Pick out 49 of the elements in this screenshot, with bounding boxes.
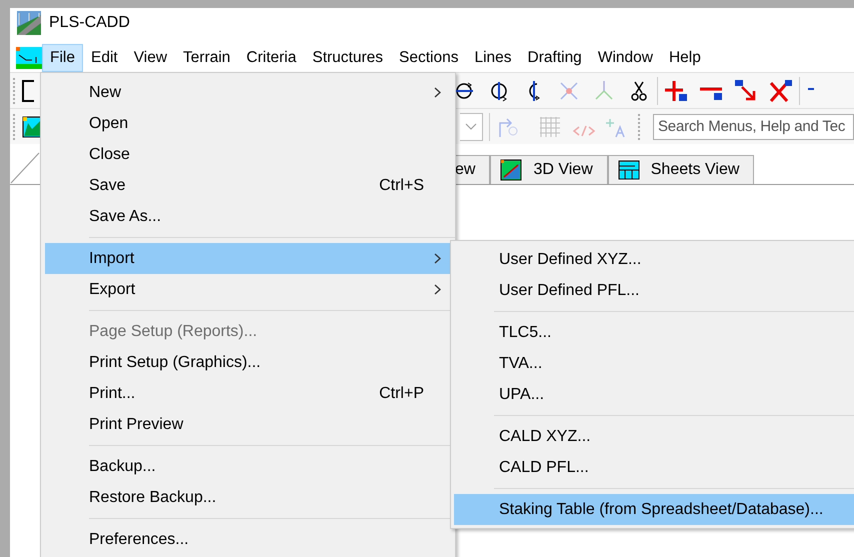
new-file-icon[interactable] [22,80,36,102]
menu-item[interactable]: Restore Backup... [45,482,451,513]
menu-item[interactable]: Sections [391,44,466,72]
window-title: PLS-CADD [49,14,130,32]
tab-label: Sheets View [650,161,740,179]
arrow-icon[interactable] [734,78,758,102]
menu-item[interactable]: Export [45,274,451,305]
tab-label: 3D View [533,161,593,179]
menu-item[interactable]: User Defined PFL... [454,275,854,306]
tab-label: ew [455,161,476,179]
menu-item[interactable]: Edit [82,44,126,72]
add-point-icon[interactable] [664,78,688,102]
menu-item[interactable]: File [42,44,83,72]
menu-item[interactable]: Print Preview [45,409,451,440]
model-view-icon [499,158,524,182]
menu-item[interactable]: Preferences... [45,524,451,555]
menu-item[interactable]: Print... Ctrl+P [45,378,451,409]
document-icon[interactable] [16,47,42,69]
menu-item[interactable]: TVA... [454,348,854,379]
menu-item[interactable]: UPA... [454,379,854,410]
menu-item[interactable]: Staking Table (from Spreadsheet/Database)... [454,494,854,525]
menu-item[interactable]: Print Setup (Graphics)... [45,347,451,378]
menu-item[interactable]: Open [45,108,451,139]
menu-item[interactable]: TLC5... [454,317,854,348]
sheets-view-icon [616,158,641,182]
menu-item[interactable]: Import [45,243,451,274]
menu-item[interactable]: Backup... [45,451,451,482]
search-field[interactable]: Search Menus, Help and Tec [653,114,854,140]
terrain-icon[interactable] [22,114,42,138]
app-logo-icon [17,11,41,35]
menu-item[interactable]: Window [590,44,661,72]
menu-item[interactable]: CALD PFL... [454,452,854,483]
menu-item[interactable]: Save As... [45,201,451,232]
delete-point-icon[interactable] [769,78,793,102]
shortcut-label: Ctrl+S [379,176,424,194]
menu-item[interactable]: Lines [466,44,520,72]
menu-item[interactable]: Terrain [175,44,238,72]
menu-item[interactable]: View [126,44,176,72]
menu-item[interactable]: Criteria [238,44,304,72]
menu-item[interactable]: User Defined XYZ... [454,244,854,275]
view-tab[interactable]: 3D View [490,155,608,184]
menu-item[interactable]: CALD XYZ... [454,421,854,452]
menu-item[interactable]: Help [660,44,709,72]
shortcut-label: Ctrl+P [379,384,424,402]
dropdown-field[interactable] [460,112,483,140]
menu-item[interactable]: Structures [304,44,392,72]
chevron-icon [465,122,477,130]
view-tab[interactable]: Sheets View [608,155,754,184]
menu-item[interactable]: Drafting [520,44,590,72]
